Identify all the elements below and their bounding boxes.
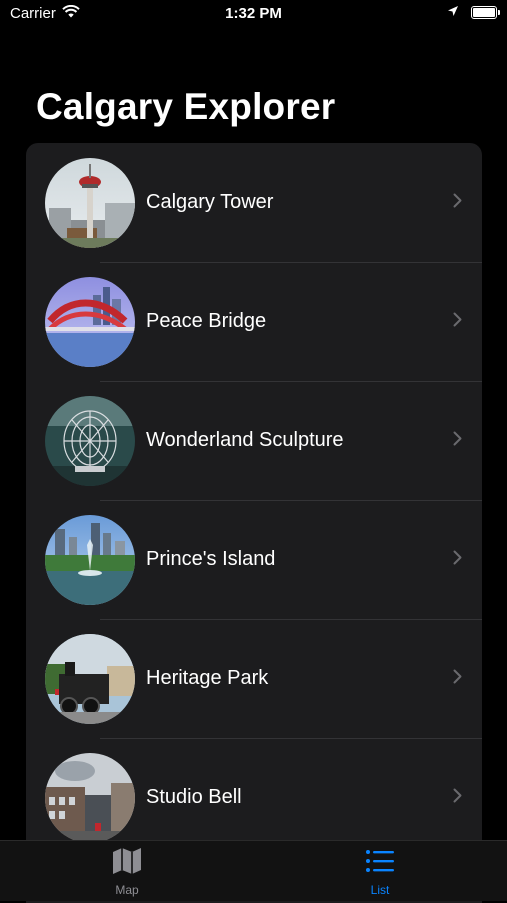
list-item-label: Wonderland Sculpture (146, 429, 344, 451)
page-title: Calgary Explorer (36, 86, 336, 127)
chevron-right-icon (453, 669, 462, 689)
list-item-label: Studio Bell (146, 786, 242, 808)
tab-list[interactable]: List (320, 847, 440, 897)
list-icon (365, 847, 395, 880)
map-icon (112, 847, 142, 880)
list-item-peace-bridge[interactable]: Peace Bridge (26, 262, 482, 381)
list-item-wonderland-sculpture[interactable]: Wonderland Sculpture (26, 381, 482, 500)
heritage-park-photo (45, 633, 135, 724)
studio-bell-photo (45, 752, 135, 843)
tab-list-label: List (370, 883, 390, 897)
peace-bridge-photo (45, 276, 135, 367)
places-list[interactable]: Calgary Tower Peace Bridge Wonderland Sc… (26, 143, 482, 903)
list-item-label: Prince's Island (146, 548, 276, 570)
list-item-princes-island[interactable]: Prince's Island (26, 500, 482, 619)
chevron-right-icon (453, 550, 462, 570)
princes-island-photo (45, 514, 135, 605)
tab-map[interactable]: Map (67, 847, 187, 897)
chevron-right-icon (453, 788, 462, 808)
location-arrow-icon (447, 4, 459, 21)
status-bar: Carrier 1:32 PM (0, 0, 507, 28)
calgary-tower-photo (45, 157, 135, 248)
tab-map-label: Map (115, 883, 139, 897)
list-item-label: Calgary Tower (146, 191, 274, 213)
wonderland-sculpture-photo (45, 395, 135, 486)
tab-bar: Map List (0, 840, 507, 901)
chevron-right-icon (453, 431, 462, 451)
battery-icon (471, 6, 500, 19)
list-item-label: Heritage Park (146, 667, 269, 689)
list-item-label: Peace Bridge (146, 310, 267, 332)
chevron-right-icon (453, 312, 462, 332)
list-item-heritage-park[interactable]: Heritage Park (26, 619, 482, 738)
status-time: 1:32 PM (225, 5, 282, 22)
status-right (447, 4, 500, 21)
list-item-calgary-tower[interactable]: Calgary Tower (26, 143, 482, 262)
chevron-right-icon (453, 193, 462, 213)
